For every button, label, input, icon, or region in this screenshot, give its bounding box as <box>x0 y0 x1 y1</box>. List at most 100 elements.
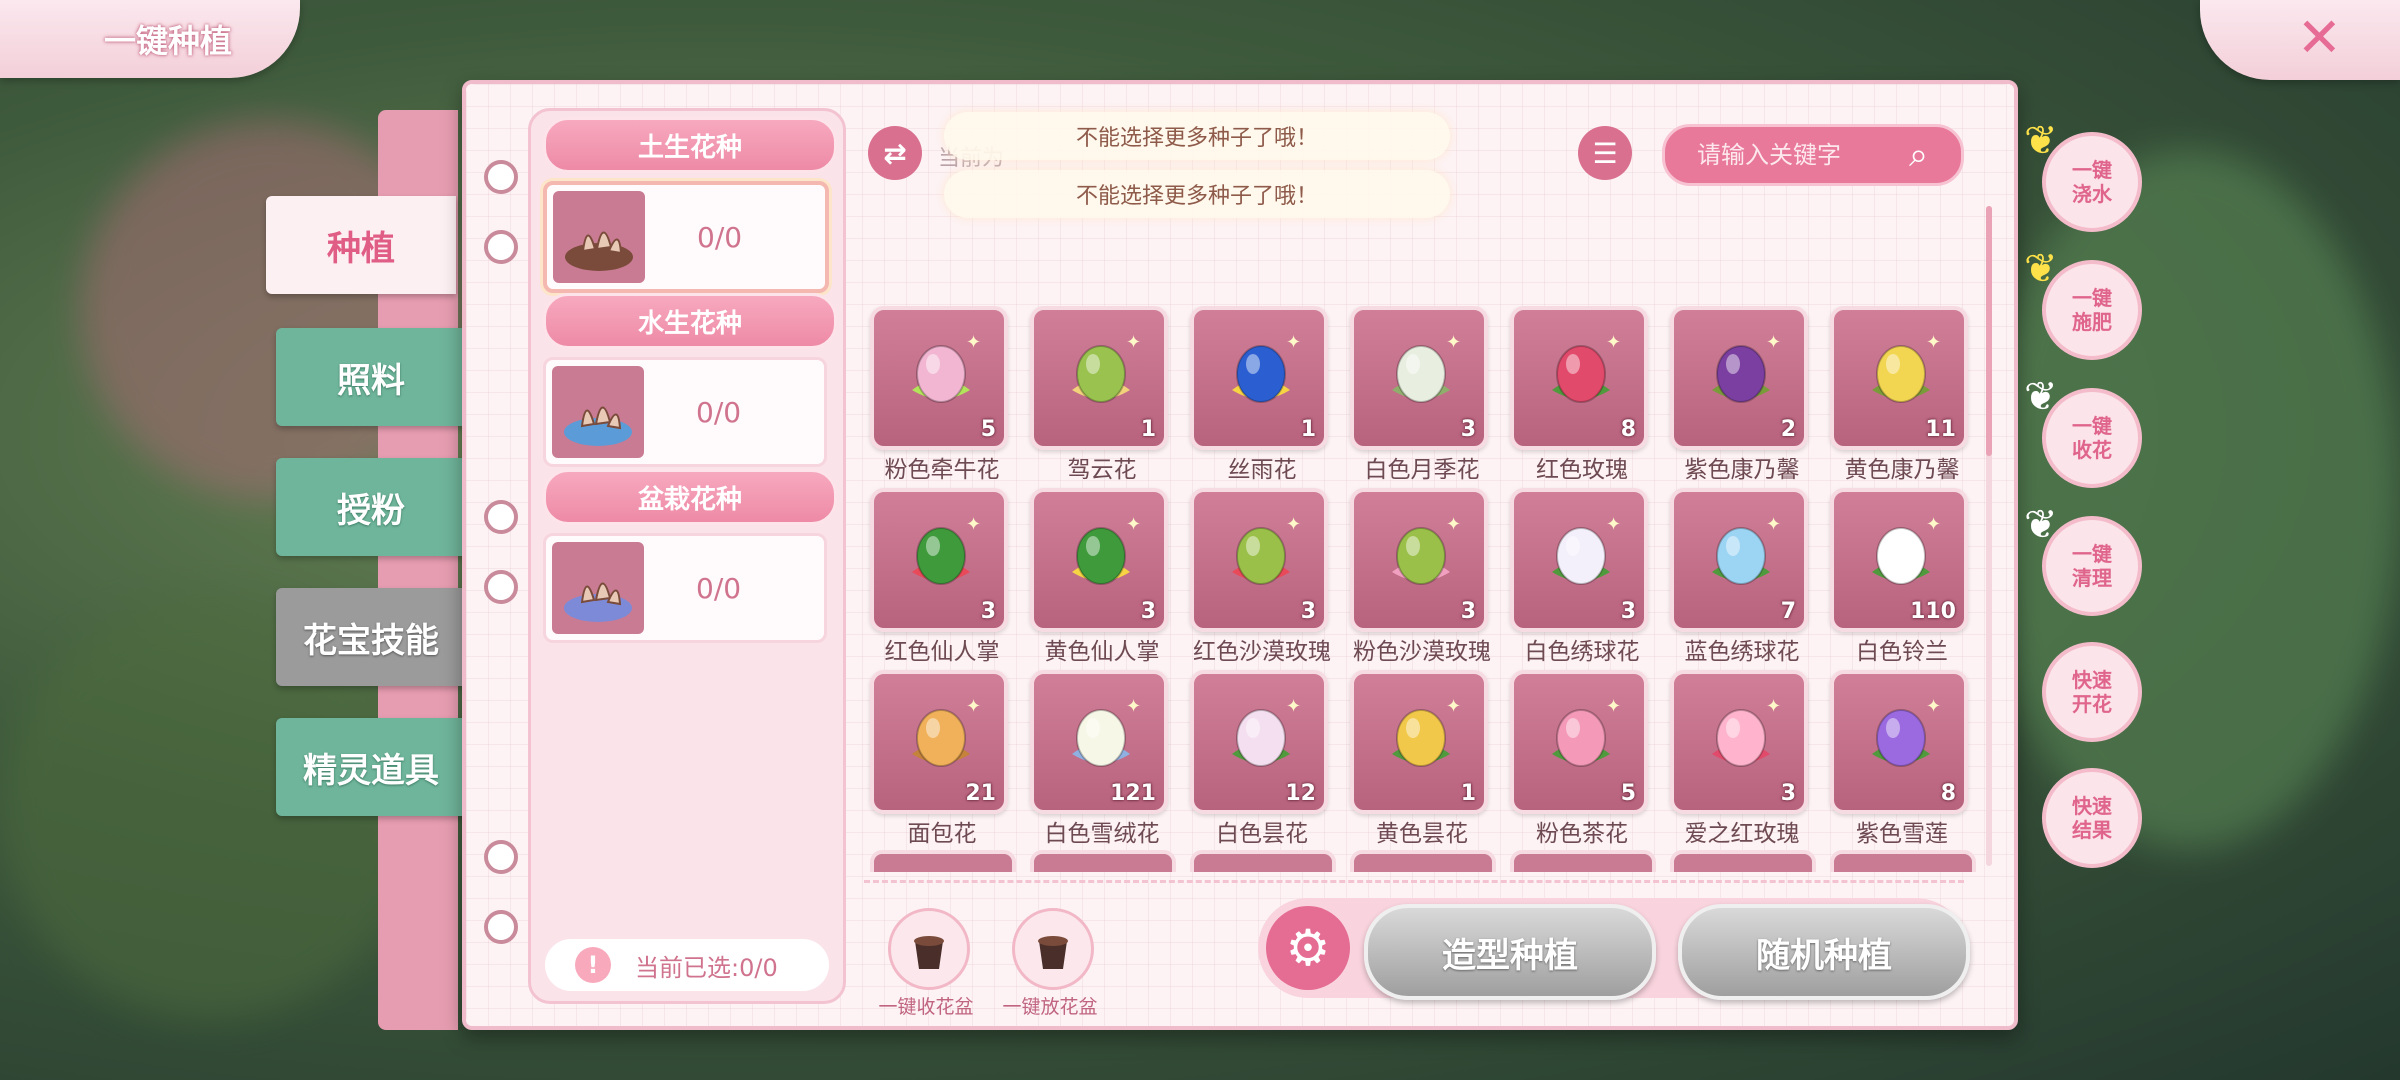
seed-icon: ✦ <box>1232 514 1301 585</box>
seed-item[interactable]: ✦ 5 粉色牵牛花 <box>862 306 1012 488</box>
category-count: 0/0 <box>696 571 742 605</box>
seed-item[interactable]: ✦ 3 白色绣球花 <box>1502 488 1652 670</box>
swap-view-button[interactable]: ⇄ <box>868 126 922 180</box>
butterfly-icon: ❦ <box>2024 502 2058 548</box>
seed-name: 白色绣球花 <box>1524 639 1640 665</box>
title-tab: 一键种植 <box>0 0 300 78</box>
seed-item[interactable]: ✦ 3 白色月季花 <box>1342 306 1492 488</box>
random-plant-button[interactable]: 随机种植 <box>1678 904 1970 1000</box>
seed-card-partial[interactable] <box>1510 850 1656 872</box>
seed-card: ✦ 5 <box>1510 670 1648 814</box>
seed-item[interactable]: ✦ 3 红色仙人掌 <box>862 488 1012 670</box>
search-icon[interactable]: ⌕ <box>1909 135 1928 175</box>
seed-name: 白色铃兰 <box>1856 639 1948 665</box>
seed-icon: ✦ <box>1552 514 1621 585</box>
seed-icon: ✦ <box>1712 514 1781 585</box>
seed-quantity: 3 <box>1300 599 1316 624</box>
flower-pot-icon <box>888 908 970 990</box>
shape-plant-button[interactable]: 造型种植 <box>1364 904 1656 1000</box>
seed-item[interactable]: ✦ 121 白色雪绒花 <box>1022 670 1172 852</box>
category-card[interactable]: 0/0 <box>543 533 827 643</box>
seed-item[interactable]: ✦ 3 黄色仙人掌 <box>1022 488 1172 670</box>
seed-icon: ✦ <box>1392 514 1461 585</box>
seed-name: 黄色康乃馨 <box>1844 457 1960 483</box>
info-icon: ! <box>575 947 611 983</box>
tab-0[interactable]: 种植 <box>266 196 456 294</box>
settings-button[interactable]: ⚙ <box>1266 906 1350 990</box>
seed-item[interactable]: ✦ 3 爱之红玫瑰 <box>1662 670 1812 852</box>
seed-card: ✦ 3 <box>1670 670 1808 814</box>
divider <box>864 880 1964 883</box>
seed-card-partial[interactable] <box>870 850 1016 872</box>
seed-quantity: 3 <box>980 599 996 624</box>
seed-item[interactable]: ✦ 8 红色玫瑰 <box>1502 306 1652 488</box>
seed-name: 红色玫瑰 <box>1536 457 1628 483</box>
svg-text:✦: ✦ <box>1286 696 1301 717</box>
seed-name: 白色雪绒花 <box>1044 821 1160 847</box>
butterfly-icon: ❦ <box>2024 374 2058 420</box>
seed-item[interactable]: ✦ 7 蓝色绣球花 <box>1662 488 1812 670</box>
seed-item[interactable]: ✦ 11 黄色康乃馨 <box>1822 306 1972 488</box>
seed-quantity: 3 <box>1460 599 1476 624</box>
seed-card: ✦ 8 <box>1830 670 1968 814</box>
category-card[interactable]: 0/0 <box>543 357 827 467</box>
sort-icon: ☰ <box>1592 136 1618 170</box>
close-button[interactable]: ✕ <box>2200 0 2400 80</box>
seed-icon: ✦ <box>1872 332 1941 403</box>
seed-bowl-icon <box>552 542 644 634</box>
seed-quantity: 8 <box>1940 781 1956 806</box>
seed-quantity: 11 <box>1925 417 1956 442</box>
svg-text:✦: ✦ <box>1766 332 1781 353</box>
seed-name: 紫色康乃馨 <box>1684 457 1800 483</box>
seed-icon: ✦ <box>1872 696 1941 767</box>
svg-text:✦: ✦ <box>1126 514 1141 535</box>
seed-item[interactable]: ✦ 21 面包花 <box>862 670 1012 852</box>
seed-quantity: 3 <box>1620 599 1636 624</box>
seed-item[interactable]: ✦ 12 白色昙花 <box>1182 670 1332 852</box>
current-selected-text: 当前已选:0/0 <box>635 953 778 982</box>
tab-4[interactable]: 精灵道具 <box>276 718 466 816</box>
sort-button[interactable]: ☰ <box>1578 126 1632 180</box>
seed-item[interactable]: ✦ 5 粉色茶花 <box>1502 670 1652 852</box>
tab-2[interactable]: 授粉 <box>276 458 466 556</box>
quick-action-button[interactable]: 快速 结果 <box>2042 768 2142 868</box>
seed-item[interactable]: ✦ 1 驾云花 <box>1022 306 1172 488</box>
scrollbar-thumb[interactable] <box>1986 206 1992 456</box>
collect-pots-button[interactable]: 一键收花盆 <box>876 908 976 1018</box>
place-pots-button[interactable]: 一键放花盆 <box>1000 908 1100 1018</box>
seed-quantity: 5 <box>980 417 996 442</box>
svg-text:✦: ✦ <box>1446 332 1461 353</box>
svg-text:✦: ✦ <box>966 332 981 353</box>
svg-text:✦: ✦ <box>1766 514 1781 535</box>
seed-item[interactable]: ✦ 1 黄色昙花 <box>1342 670 1492 852</box>
seed-card-partial[interactable] <box>1350 850 1496 872</box>
seed-card-partial[interactable] <box>1030 850 1176 872</box>
binder-ring <box>484 230 518 264</box>
quick-action-button[interactable]: 快速 开花 <box>2042 642 2142 742</box>
svg-text:✦: ✦ <box>1286 514 1301 535</box>
seed-item[interactable]: ✦ 3 粉色沙漠玫瑰 <box>1342 488 1492 670</box>
svg-text:✦: ✦ <box>966 696 981 717</box>
seed-card-partial[interactable] <box>1190 850 1336 872</box>
seed-card: ✦ 3 <box>1350 306 1488 450</box>
seed-quantity: 12 <box>1285 781 1316 806</box>
collect-pots-label: 一键收花盆 <box>878 996 974 1018</box>
seed-icon: ✦ <box>1232 696 1301 767</box>
seed-card-partial[interactable] <box>1830 850 1976 872</box>
seed-icon: ✦ <box>1392 696 1461 767</box>
seed-quantity: 110 <box>1910 599 1956 624</box>
seed-item[interactable]: ✦ 110 白色铃兰 <box>1822 488 1972 670</box>
category-card[interactable]: 0/0 <box>543 181 829 293</box>
seed-quantity: 5 <box>1620 781 1636 806</box>
seed-item[interactable]: ✦ 2 紫色康乃馨 <box>1662 306 1812 488</box>
tab-3[interactable]: 花宝技能 <box>276 588 466 686</box>
seed-name: 粉色牵牛花 <box>884 457 1000 483</box>
tab-1[interactable]: 照料 <box>276 328 466 426</box>
seed-item[interactable]: ✦ 8 紫色雪莲 <box>1822 670 1972 852</box>
seed-card-partial[interactable] <box>1670 850 1816 872</box>
seed-item[interactable]: ✦ 1 丝雨花 <box>1182 306 1332 488</box>
seed-item[interactable]: ✦ 3 红色沙漠玫瑰 <box>1182 488 1332 670</box>
svg-text:✦: ✦ <box>1606 696 1621 717</box>
seed-icon: ✦ <box>1552 696 1621 767</box>
search-input[interactable] <box>1695 140 1899 170</box>
